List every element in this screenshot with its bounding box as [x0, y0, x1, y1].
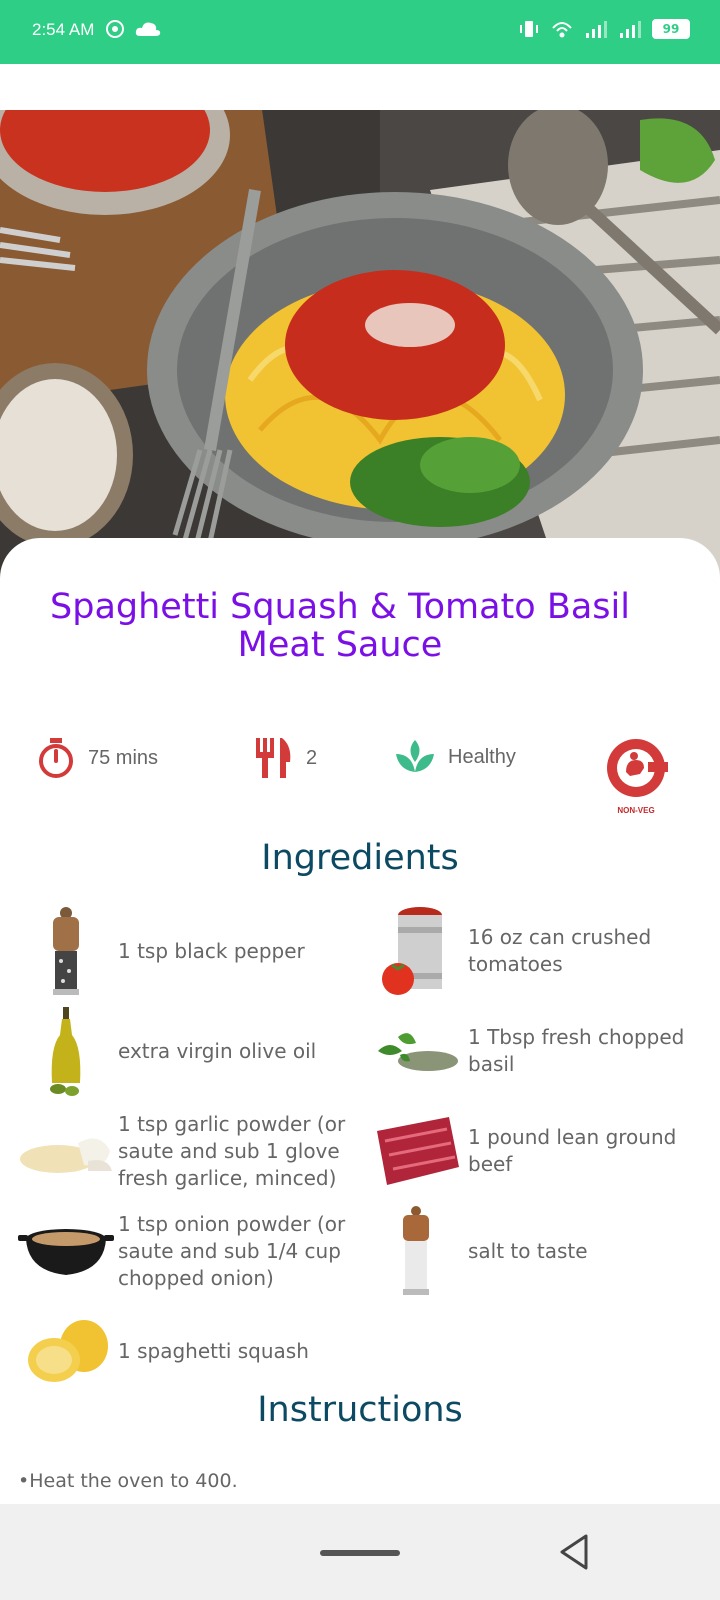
spaghetti-plate-photo — [0, 110, 720, 580]
system-nav-bar — [0, 1504, 720, 1600]
vibrate-icon — [520, 21, 538, 37]
signal-icon-1 — [586, 21, 607, 38]
home-gesture-bar[interactable] — [320, 1550, 400, 1556]
pepper-grinder-icon — [18, 903, 114, 999]
signal-icon-2 — [620, 21, 641, 38]
ingredient-item: 1 tsp onion powder (or saute and sub 1/4… — [18, 1203, 358, 1299]
ingredient-text: 1 tsp garlic powder (or saute and sub 1 … — [118, 1111, 346, 1190]
salt-shaker-icon — [368, 1203, 464, 1299]
recipe-meta-row: 75 mins 2 Healthy NON-VEG — [0, 736, 720, 816]
fork-knife-icon — [256, 738, 291, 778]
ingredient-text: 1 spaghetti squash — [118, 1338, 309, 1363]
hotspot-icon — [106, 20, 124, 38]
ingredient-item: extra virgin olive oil — [18, 1003, 358, 1099]
status-bar: 2:54 AM 99 — [0, 0, 720, 64]
ingredient-text: 1 tsp onion powder (or saute and sub 1/4… — [118, 1211, 346, 1290]
cook-time-value: 75 mins — [88, 746, 159, 769]
ingredient-text: extra virgin olive oil — [118, 1038, 317, 1063]
ingredient-item: 1 tsp garlic powder (or saute and sub 1 … — [18, 1103, 358, 1199]
ingredient-item: 1 spaghetti squash — [18, 1303, 358, 1399]
status-right-icons: 99 — [518, 18, 690, 40]
ingredient-text: 1 pound lean ground beef — [468, 1125, 677, 1176]
onion-powder-icon — [18, 1203, 114, 1299]
ingredient-item: 1 pound lean ground beef — [368, 1103, 708, 1199]
non-veg-badge: NON-VEG — [604, 736, 668, 815]
ingredient-item: 1 Tbsp fresh chopped basil — [368, 1003, 708, 1099]
category-value: Healthy — [448, 745, 516, 768]
ingredient-text: 1 Tbsp fresh chopped basil — [468, 1025, 685, 1076]
healthy-leaf-icon — [396, 740, 434, 772]
bullet: • — [18, 1470, 30, 1492]
ground-beef-icon — [368, 1103, 464, 1199]
non-veg-label: NON-VEG — [617, 806, 655, 815]
ingredient-item: 16 oz can crushed tomatoes — [368, 903, 708, 999]
stopwatch-icon — [39, 738, 73, 778]
ingredient-text: salt to taste — [468, 1238, 588, 1263]
olive-oil-icon — [18, 1003, 114, 1099]
ingredient-item: salt to taste — [368, 1203, 708, 1299]
wifi-calling-icon — [552, 22, 572, 38]
non-veg-icon — [607, 739, 668, 797]
instructions-title: Instructions — [257, 1390, 463, 1430]
spaghetti-squash-icon — [18, 1303, 114, 1399]
recipe-card: Spaghetti Squash & Tomato Basil Meat Sau… — [0, 538, 720, 1498]
servings: 2 — [254, 736, 317, 780]
cook-time: 75 mins — [36, 736, 158, 780]
battery-indicator: 99 — [652, 19, 690, 39]
category: Healthy — [394, 736, 516, 778]
cloud-icon — [135, 22, 161, 36]
status-left-icons — [104, 18, 162, 40]
recipe-title: Spaghetti Squash & Tomato Basil Meat Sau… — [50, 587, 630, 665]
recipe-hero-image — [0, 110, 720, 580]
tomato-can-icon — [368, 903, 464, 999]
ingredient-item: 1 tsp black pepper — [18, 903, 358, 999]
ingredient-text: 1 tsp black pepper — [118, 938, 305, 963]
instruction-step: •Heat the oven to 400. — [18, 1470, 238, 1492]
basil-icon — [368, 1003, 464, 1099]
garlic-powder-icon — [18, 1103, 114, 1199]
ingredient-text: 16 oz can crushed tomatoes — [468, 925, 652, 976]
back-icon[interactable] — [556, 1532, 592, 1572]
status-time: 2:54 AM — [32, 20, 95, 39]
instruction-text: Heat the oven to 400. — [29, 1470, 238, 1492]
ingredients-title: Ingredients — [261, 838, 459, 878]
servings-value: 2 — [306, 746, 318, 769]
